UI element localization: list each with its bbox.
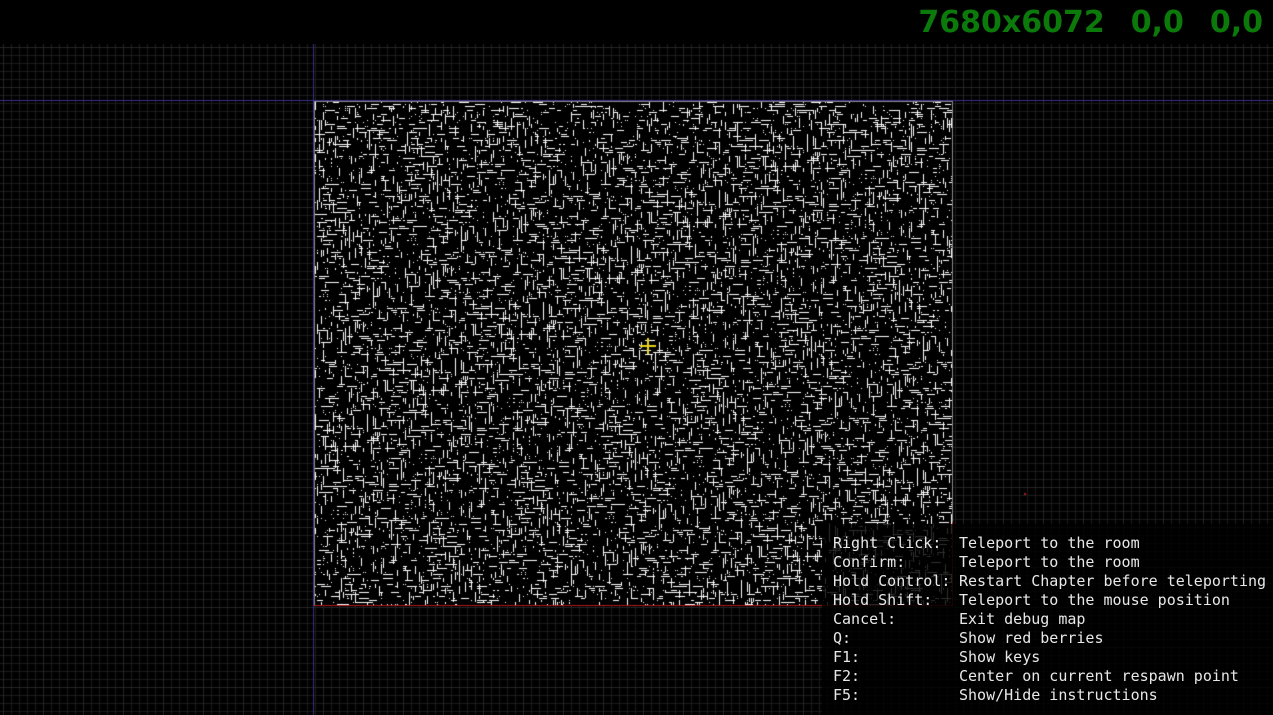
instructions-panel: Right Click: Teleport to the room Confirm:…	[822, 524, 1273, 715]
debug-map-screen[interactable]: 7680x6072 0,0 0,0 Right Click: Teleport t…	[0, 0, 1273, 715]
instruction-action: Show/Hide instructions	[959, 686, 1158, 704]
hud-readout: 7680x6072 0,0 0,0	[918, 2, 1263, 42]
instruction-key: Confirm:	[833, 553, 906, 571]
instruction-key: F2:	[833, 667, 861, 685]
instruction-key: Hold Shift:	[833, 591, 933, 609]
instruction-key: F5:	[833, 686, 861, 704]
map-size-readout: 7680x6072	[918, 4, 1105, 40]
instruction-key: Hold Control:	[833, 572, 951, 590]
instruction-action: Center on current respawn point	[959, 667, 1239, 685]
camera-coordinates-readout: 0,0	[1130, 4, 1184, 40]
instruction-action: Teleport to the mouse position	[959, 591, 1230, 609]
instruction-action: Show red berries	[959, 629, 1104, 647]
instruction-key: Right Click:	[833, 534, 942, 552]
instruction-action: Teleport to the room	[959, 553, 1140, 571]
instruction-action: Teleport to the room	[959, 534, 1140, 552]
instruction-action: Exit debug map	[959, 610, 1086, 628]
mouse-coordinates-readout: 0,0	[1209, 4, 1263, 40]
top-status-bar: 7680x6072 0,0 0,0	[0, 0, 1273, 44]
instruction-action: Show keys	[959, 648, 1041, 666]
instruction-key: Cancel:	[833, 610, 897, 628]
instruction-key: F1:	[833, 648, 861, 666]
instruction-key: Q:	[833, 629, 852, 647]
instruction-action: Restart Chapter before teleporting	[959, 572, 1267, 590]
